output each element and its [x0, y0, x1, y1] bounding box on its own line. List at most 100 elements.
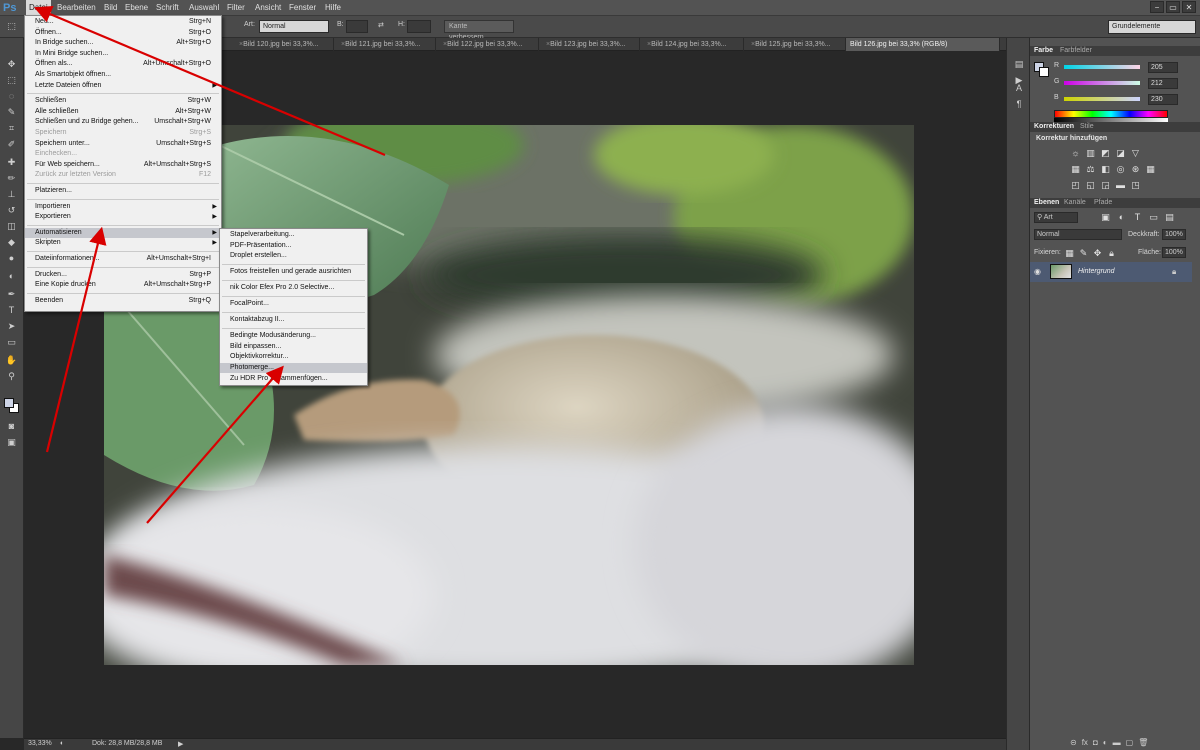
art-select[interactable]: Normal — [259, 20, 329, 33]
blue-slider[interactable] — [1064, 97, 1140, 101]
foreground-color-swatch[interactable] — [4, 398, 14, 408]
lock-brush-icon[interactable]: ✎ — [1078, 248, 1089, 258]
automate-item-stapelverarbeitung[interactable]: Stapelverarbeitung... — [220, 230, 367, 240]
document-tab[interactable]: ×Bild 124.jpg bei 33,3%... — [640, 38, 744, 51]
file-menu-item-öffnen-als[interactable]: Öffnen als... Alt+Umschalt+Strg+O — [25, 59, 221, 69]
file-menu-item-skripten[interactable]: Skripten ▶ — [25, 238, 221, 248]
menu-filter[interactable]: Filter — [224, 0, 248, 16]
document-tab[interactable]: ×Bild 122.jpg bei 33,3%... — [436, 38, 539, 51]
filter-type-icon[interactable]: T — [1132, 212, 1143, 222]
tab-farbe[interactable]: Farbe — [1034, 47, 1053, 54]
layer-row-hintergrund[interactable]: ◉ Hintergrund 🔒︎ — [1030, 262, 1192, 282]
maximize-button[interactable]: ▭ — [1166, 1, 1180, 13]
crop-tool-icon[interactable]: ⌗ — [4, 122, 19, 135]
lasso-tool-icon[interactable]: ◌ — [4, 90, 19, 103]
opacity-field[interactable]: 100% — [1162, 229, 1186, 240]
fill-field[interactable]: 100% — [1162, 247, 1186, 258]
tab-farbfelder[interactable]: Farbfelder — [1060, 47, 1092, 54]
document-tab[interactable]: ×Bild 120.jpg bei 33,3%... — [232, 38, 334, 51]
document-tab[interactable]: Bild 126.jpg bei 33,3% (RGB/8) — [846, 38, 1000, 51]
file-menu-item-speichern-unter[interactable]: Speichern unter... Umschalt+Strg+S — [25, 139, 221, 149]
tab-pfade[interactable]: Pfade — [1094, 199, 1112, 206]
dodge-tool-icon[interactable]: ◐ — [4, 270, 19, 283]
menu-schrift[interactable]: Schrift — [153, 0, 182, 16]
quick-select-tool-icon[interactable]: ✎ — [4, 106, 19, 119]
automate-item-nik-color-efex-pro-2-0-selective[interactable]: nik Color Efex Pro 2.0 Selective... — [220, 283, 367, 293]
green-value[interactable]: 212 — [1148, 78, 1178, 89]
green-slider[interactable] — [1064, 81, 1140, 85]
lock-move-icon[interactable]: ✥ — [1092, 248, 1103, 258]
tab-kanaele[interactable]: Kanäle — [1064, 199, 1086, 206]
file-menu-item-neu[interactable]: Neu... Strg+N — [25, 17, 221, 27]
menu-bild[interactable]: Bild — [101, 0, 120, 16]
automate-item-droplet-erstellen[interactable]: Droplet erstellen... — [220, 251, 367, 261]
workspace-select[interactable]: Grundelemente — [1108, 20, 1196, 34]
selective-color-icon[interactable]: ◳ — [1130, 180, 1141, 190]
hue-icon[interactable]: ▦ — [1070, 164, 1081, 174]
refine-edge-button[interactable]: Kante verbessern... — [444, 20, 514, 41]
screen-mode-icon[interactable]: ▣ — [4, 436, 19, 449]
delete-layer-icon[interactable]: 🗑︎ — [1138, 738, 1148, 750]
blue-value[interactable]: 230 — [1148, 94, 1178, 105]
height-field[interactable] — [407, 20, 431, 33]
color-lookup-icon[interactable]: ▦ — [1145, 164, 1156, 174]
automate-item-bedingte-modusänderung[interactable]: Bedingte Modusänderung... — [220, 331, 367, 341]
lock-all-icon[interactable]: 🔒︎ — [1106, 248, 1117, 258]
paragraph-panel-icon[interactable]: ¶ — [1012, 98, 1026, 110]
shape-tool-icon[interactable]: ▭ — [4, 336, 19, 349]
automate-item-photomerge[interactable]: Photomerge... — [220, 363, 367, 373]
add-mask-icon[interactable]: ◘ — [1093, 738, 1098, 750]
file-menu-item-exportieren[interactable]: Exportieren ▶ — [25, 212, 221, 222]
tab-stile[interactable]: Stile — [1080, 123, 1094, 130]
file-menu-item-für-web-speichern[interactable]: Für Web speichern... Alt+Umschalt+Strg+S — [25, 160, 221, 170]
blend-mode-select[interactable]: Normal — [1034, 229, 1122, 240]
color-background-swatch[interactable] — [1039, 67, 1049, 77]
menu-hilfe[interactable]: Hilfe — [322, 0, 344, 16]
bucket-tool-icon[interactable]: ◆ — [4, 236, 19, 249]
levels-icon[interactable]: ▥ — [1085, 148, 1096, 158]
path-select-tool-icon[interactable]: ➤ — [4, 320, 19, 333]
zoom-tool-icon[interactable]: ⚲ — [4, 370, 19, 383]
type-tool-icon[interactable]: T — [4, 304, 19, 317]
file-menu-item-schließen[interactable]: Schließen Strg+W — [25, 96, 221, 106]
link-layers-icon[interactable]: ⊝ — [1070, 738, 1077, 750]
marquee-preset-icon[interactable]: ⬚ — [4, 20, 19, 33]
width-field[interactable] — [346, 20, 368, 33]
blur-tool-icon[interactable]: ● — [4, 252, 19, 265]
layer-visibility-eye-icon[interactable]: ◉ — [1034, 267, 1041, 276]
file-menu-item-in-bridge-suchen[interactable]: In Bridge suchen... Alt+Strg+O — [25, 38, 221, 48]
file-menu-item-letzte-dateien-öffnen[interactable]: Letzte Dateien öffnen ▶ — [25, 81, 221, 91]
history-brush-icon[interactable]: ↺ — [4, 204, 19, 217]
file-menu-item-in-mini-bridge-suchen[interactable]: In Mini Bridge suchen... — [25, 49, 221, 59]
pen-tool-icon[interactable]: ✒ — [4, 288, 19, 301]
file-menu-item-beenden[interactable]: Beenden Strg+Q — [25, 296, 221, 306]
color-balance-icon[interactable]: ⚖ — [1085, 164, 1096, 174]
threshold-icon[interactable]: ◲ — [1100, 180, 1111, 190]
file-menu-item-drucken[interactable]: Drucken... Strg+P — [25, 270, 221, 280]
automate-item-zu-hdr-pro-zusammenfügen[interactable]: Zu HDR Pro zusammenfügen... — [220, 374, 367, 384]
filter-shape-icon[interactable]: ▭ — [1148, 212, 1159, 222]
move-tool-icon[interactable]: ✥ — [4, 58, 19, 71]
brightness-icon[interactable]: ☼ — [1070, 148, 1081, 158]
new-layer-icon[interactable]: ▢ — [1126, 738, 1134, 750]
gradient-map-icon[interactable]: ▬ — [1115, 180, 1126, 190]
swap-icon[interactable]: ⇄ — [378, 21, 384, 29]
history-panel-icon[interactable]: ▤ — [1012, 58, 1026, 70]
file-menu-item-importieren[interactable]: Importieren ▶ — [25, 202, 221, 212]
healing-tool-icon[interactable]: ✚ — [4, 156, 19, 169]
automate-item-fotos-freistellen-und-gerade-ausrichten[interactable]: Fotos freistellen und gerade ausrichten — [220, 267, 367, 277]
document-tab[interactable]: ×Bild 123.jpg bei 33,3%... — [539, 38, 640, 51]
lock-pixels-icon[interactable]: ▦ — [1064, 248, 1075, 258]
file-menu-item-als-smartobjekt-öffnen[interactable]: Als Smartobjekt öffnen... — [25, 70, 221, 80]
menu-bearbeiten[interactable]: Bearbeiten — [54, 0, 99, 16]
menu-auswahl[interactable]: Auswahl — [186, 0, 222, 16]
eyedropper-tool-icon[interactable]: ✐ — [4, 138, 19, 151]
file-menu-item-alle-schließen[interactable]: Alle schließen Alt+Strg+W — [25, 107, 221, 117]
curves-icon[interactable]: ◩ — [1100, 148, 1111, 158]
red-slider[interactable] — [1064, 65, 1140, 69]
vibrance-icon[interactable]: ▽ — [1130, 148, 1141, 158]
automate-item-kontaktabzug-ii[interactable]: Kontaktabzug II... — [220, 315, 367, 325]
file-menu-item-platzieren[interactable]: Platzieren... — [25, 186, 221, 196]
document-tab[interactable]: ×Bild 125.jpg bei 33,3%... — [744, 38, 846, 51]
menu-datei[interactable]: Datei — [26, 0, 51, 16]
